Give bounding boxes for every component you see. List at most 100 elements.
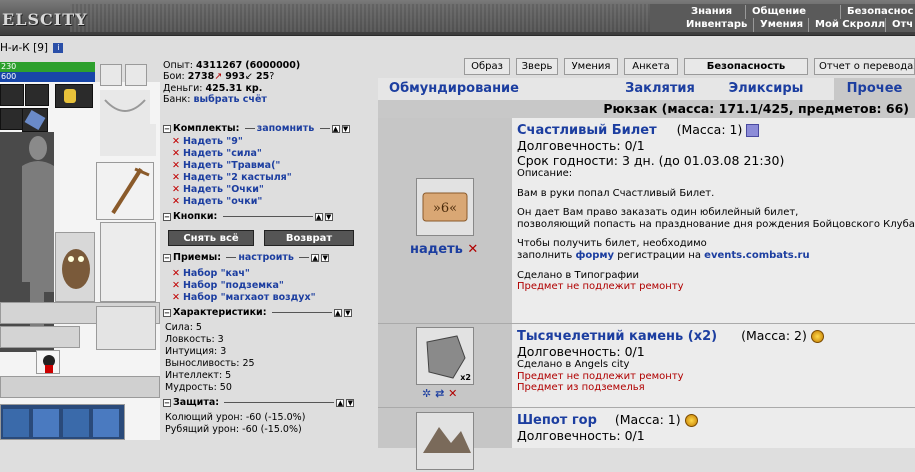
slot-row-runes-2[interactable] xyxy=(0,326,80,348)
move-down-icon[interactable]: ▼ xyxy=(346,398,355,407)
slot-earrings[interactable] xyxy=(25,84,49,106)
split-icon[interactable]: ✲ xyxy=(422,387,431,400)
set-item[interactable]: ✕ Надеть "9" xyxy=(172,136,243,147)
slot-bracers[interactable] xyxy=(100,64,122,86)
owl-icon xyxy=(62,249,90,289)
slot-weapon[interactable] xyxy=(22,108,48,132)
site-link[interactable]: events.combats.ru xyxy=(704,250,809,261)
slot-amulet[interactable] xyxy=(55,84,93,108)
delete-icon[interactable]: ✕ xyxy=(172,196,180,207)
move-up-icon[interactable]: ▲ xyxy=(331,124,340,133)
tab-equipment[interactable]: Обмундирование xyxy=(378,78,530,100)
slot-row-scrolls[interactable] xyxy=(0,376,160,398)
remove-all-button[interactable]: Снять всё xyxy=(168,230,254,246)
item-durability: Долговечность: 0/1 xyxy=(517,428,645,443)
move-up-icon[interactable]: ▲ xyxy=(314,212,323,221)
ticket-icon[interactable]: »6« xyxy=(416,178,474,236)
menu-inventory[interactable]: Инвентарь xyxy=(680,18,753,32)
slot-gloves[interactable] xyxy=(100,124,156,156)
win-icon: ↗ xyxy=(214,71,223,83)
nav-pet-button[interactable]: Зверь xyxy=(516,58,558,75)
delete-icon[interactable]: ✕ xyxy=(172,148,180,159)
tab-elixirs[interactable]: Эликсиры xyxy=(716,78,816,100)
bank-link[interactable]: выбрать счёт xyxy=(194,94,267,105)
menu-my-scroll[interactable]: Мой Скролл xyxy=(808,18,891,32)
equip-link[interactable]: надеть ✕ xyxy=(410,242,478,257)
set-label: Надеть "9" xyxy=(182,136,243,147)
slot-necklace[interactable] xyxy=(100,90,150,124)
item-made: Сделано в Angels city xyxy=(517,359,630,370)
slot-legs[interactable] xyxy=(100,222,156,302)
hp-bar: 230 xyxy=(0,62,95,72)
inventory-item: x2 ✲ ⇄ ✕ Тысячелетний камень (x2) (Масса… xyxy=(378,324,915,408)
slot-scroll[interactable] xyxy=(36,350,60,374)
move-down-icon[interactable]: ▼ xyxy=(321,253,330,262)
slot-ring[interactable] xyxy=(0,108,24,130)
technique-label: Набор "магхаот воздух" xyxy=(182,292,316,303)
move-up-icon[interactable]: ▲ xyxy=(333,308,342,317)
collapse-icon[interactable]: − xyxy=(163,253,171,262)
move-up-icon[interactable]: ▲ xyxy=(336,398,345,407)
transfer-icon[interactable]: ⇄ xyxy=(435,387,444,400)
slot-helmet[interactable] xyxy=(0,84,24,106)
nav-security-button[interactable]: Безопасность xyxy=(684,58,808,75)
delete-icon[interactable]: ✕ xyxy=(172,136,180,147)
nav-transfers-button[interactable]: Отчет о переводах xyxy=(814,58,915,75)
delete-icon[interactable]: ✕ xyxy=(172,172,180,183)
slot-shield[interactable] xyxy=(125,64,147,86)
move-down-icon[interactable]: ▼ xyxy=(341,124,350,133)
stone-icon[interactable]: x2 xyxy=(416,327,474,385)
collapse-icon[interactable]: − xyxy=(163,212,171,221)
menu-skills[interactable]: Умения xyxy=(753,18,809,32)
technique-item[interactable]: ✕ Набор "магхаот воздух" xyxy=(172,292,316,303)
delete-icon[interactable]: ✕ xyxy=(172,292,180,303)
info-icon[interactable]: i xyxy=(53,43,64,53)
delete-icon[interactable]: ✕ xyxy=(172,280,180,291)
set-item[interactable]: ✕ Надеть "Очки" xyxy=(172,184,264,195)
delete-icon[interactable]: ✕ xyxy=(448,387,457,400)
set-item[interactable]: ✕ Надеть "2 кастыля" xyxy=(172,172,292,183)
menu-knowledge[interactable]: Знания xyxy=(685,5,738,19)
item-name[interactable]: Тысячелетний камень (x2) xyxy=(517,329,717,344)
mountain-whisper-icon[interactable] xyxy=(416,412,474,470)
menu-security[interactable]: Безопаснос xyxy=(840,5,915,19)
menu-reports[interactable]: Отч xyxy=(885,18,915,32)
character-name: Н-и-К [9] i xyxy=(0,42,64,54)
move-up-icon[interactable]: ▲ xyxy=(311,253,320,262)
slot-pet[interactable] xyxy=(55,232,95,302)
collapse-icon[interactable]: − xyxy=(163,124,171,133)
nav-image-button[interactable]: Образ xyxy=(464,58,510,75)
sets-remember-link[interactable]: запомнить xyxy=(257,123,315,134)
technique-item[interactable]: ✕ Набор "подземка" xyxy=(172,280,284,291)
menu-chat[interactable]: Общение xyxy=(745,5,812,19)
collapse-icon[interactable]: − xyxy=(163,398,171,407)
move-down-icon[interactable]: ▼ xyxy=(324,212,333,221)
item-desc-2: Он дает Вам право заказать один юбилейны… xyxy=(517,207,799,219)
techniques-setup-link[interactable]: настроить xyxy=(238,252,294,263)
delete-icon[interactable]: ✕ xyxy=(172,160,180,171)
tab-other[interactable]: Прочее xyxy=(834,78,915,100)
return-button[interactable]: Возврат xyxy=(264,230,354,246)
tab-spells[interactable]: Заклятия xyxy=(610,78,710,100)
item-mass: (Масса: 1) xyxy=(676,122,743,137)
set-item[interactable]: ✕ Надеть "Травма(" xyxy=(172,160,280,171)
delete-icon[interactable]: ✕ xyxy=(172,184,180,195)
slot-right-hand[interactable] xyxy=(96,162,154,220)
slot-boots[interactable] xyxy=(96,306,156,350)
set-item[interactable]: ✕ Надеть "сила" xyxy=(172,148,262,159)
fights-label: Бои: xyxy=(163,71,185,83)
collapse-icon[interactable]: − xyxy=(163,308,171,317)
slot-row-spells[interactable] xyxy=(0,404,125,440)
item-name[interactable]: Счастливый Билет xyxy=(517,123,657,138)
technique-item[interactable]: ✕ Набор "кач" xyxy=(172,268,250,279)
move-down-icon[interactable]: ▼ xyxy=(343,308,352,317)
delete-icon[interactable]: ✕ xyxy=(172,268,180,279)
set-item[interactable]: ✕ Надеть "очки" xyxy=(172,196,262,207)
set-label: Надеть "очки" xyxy=(182,196,263,207)
delete-icon[interactable]: ✕ xyxy=(467,242,478,257)
stat-endurance: Выносливость: 25 xyxy=(165,358,255,369)
nav-skills-button[interactable]: Умения xyxy=(564,58,618,75)
item-name[interactable]: Шепот гор xyxy=(517,413,597,428)
nav-profile-button[interactable]: Анкета xyxy=(624,58,678,75)
form-link[interactable]: форму xyxy=(575,250,614,261)
